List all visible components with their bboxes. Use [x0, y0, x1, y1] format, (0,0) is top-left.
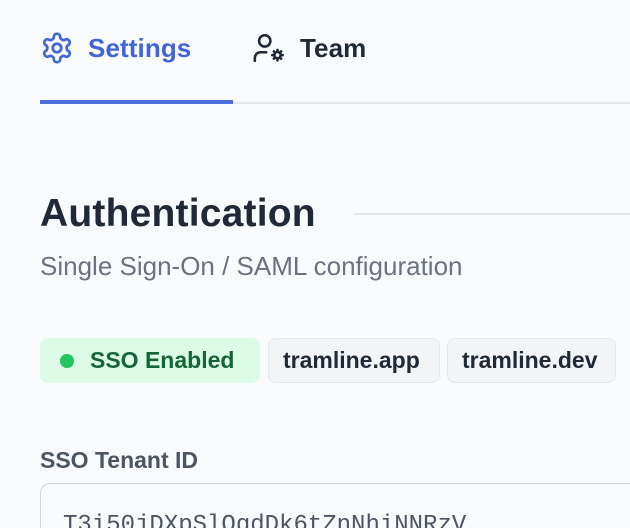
user-gear-icon [252, 31, 286, 65]
settings-page: Settings Team Authentication Single Sign… [0, 0, 630, 528]
sso-tenant-id-field[interactable]: T3i50jDXpSlQgdDk6tZnNhiNNRzV [40, 483, 630, 528]
sso-tenant-id-label: SSO Tenant ID [40, 447, 199, 473]
section-title: Authentication [40, 192, 316, 235]
gear-icon [40, 31, 74, 65]
domain-badge: tramline.dev [447, 338, 616, 383]
tab-settings[interactable]: Settings [40, 28, 191, 68]
status-dot-icon [60, 353, 74, 368]
domain-badge-label: tramline.app [283, 347, 420, 373]
tab-settings-label: Settings [88, 32, 192, 63]
section-subtitle: Single Sign-On / SAML configuration [40, 251, 463, 281]
tab-team-label: Team [300, 32, 367, 63]
active-tab-indicator [40, 100, 233, 104]
tab-team[interactable]: Team [252, 28, 366, 68]
tab-bar: Settings Team [0, 0, 630, 104]
sso-status-label: SSO Enabled [90, 347, 235, 373]
domain-badge: tramline.app [268, 338, 440, 383]
sso-status-badge: SSO Enabled [40, 338, 260, 383]
domain-badge-label: tramline.dev [462, 347, 598, 373]
section-divider [354, 213, 630, 215]
